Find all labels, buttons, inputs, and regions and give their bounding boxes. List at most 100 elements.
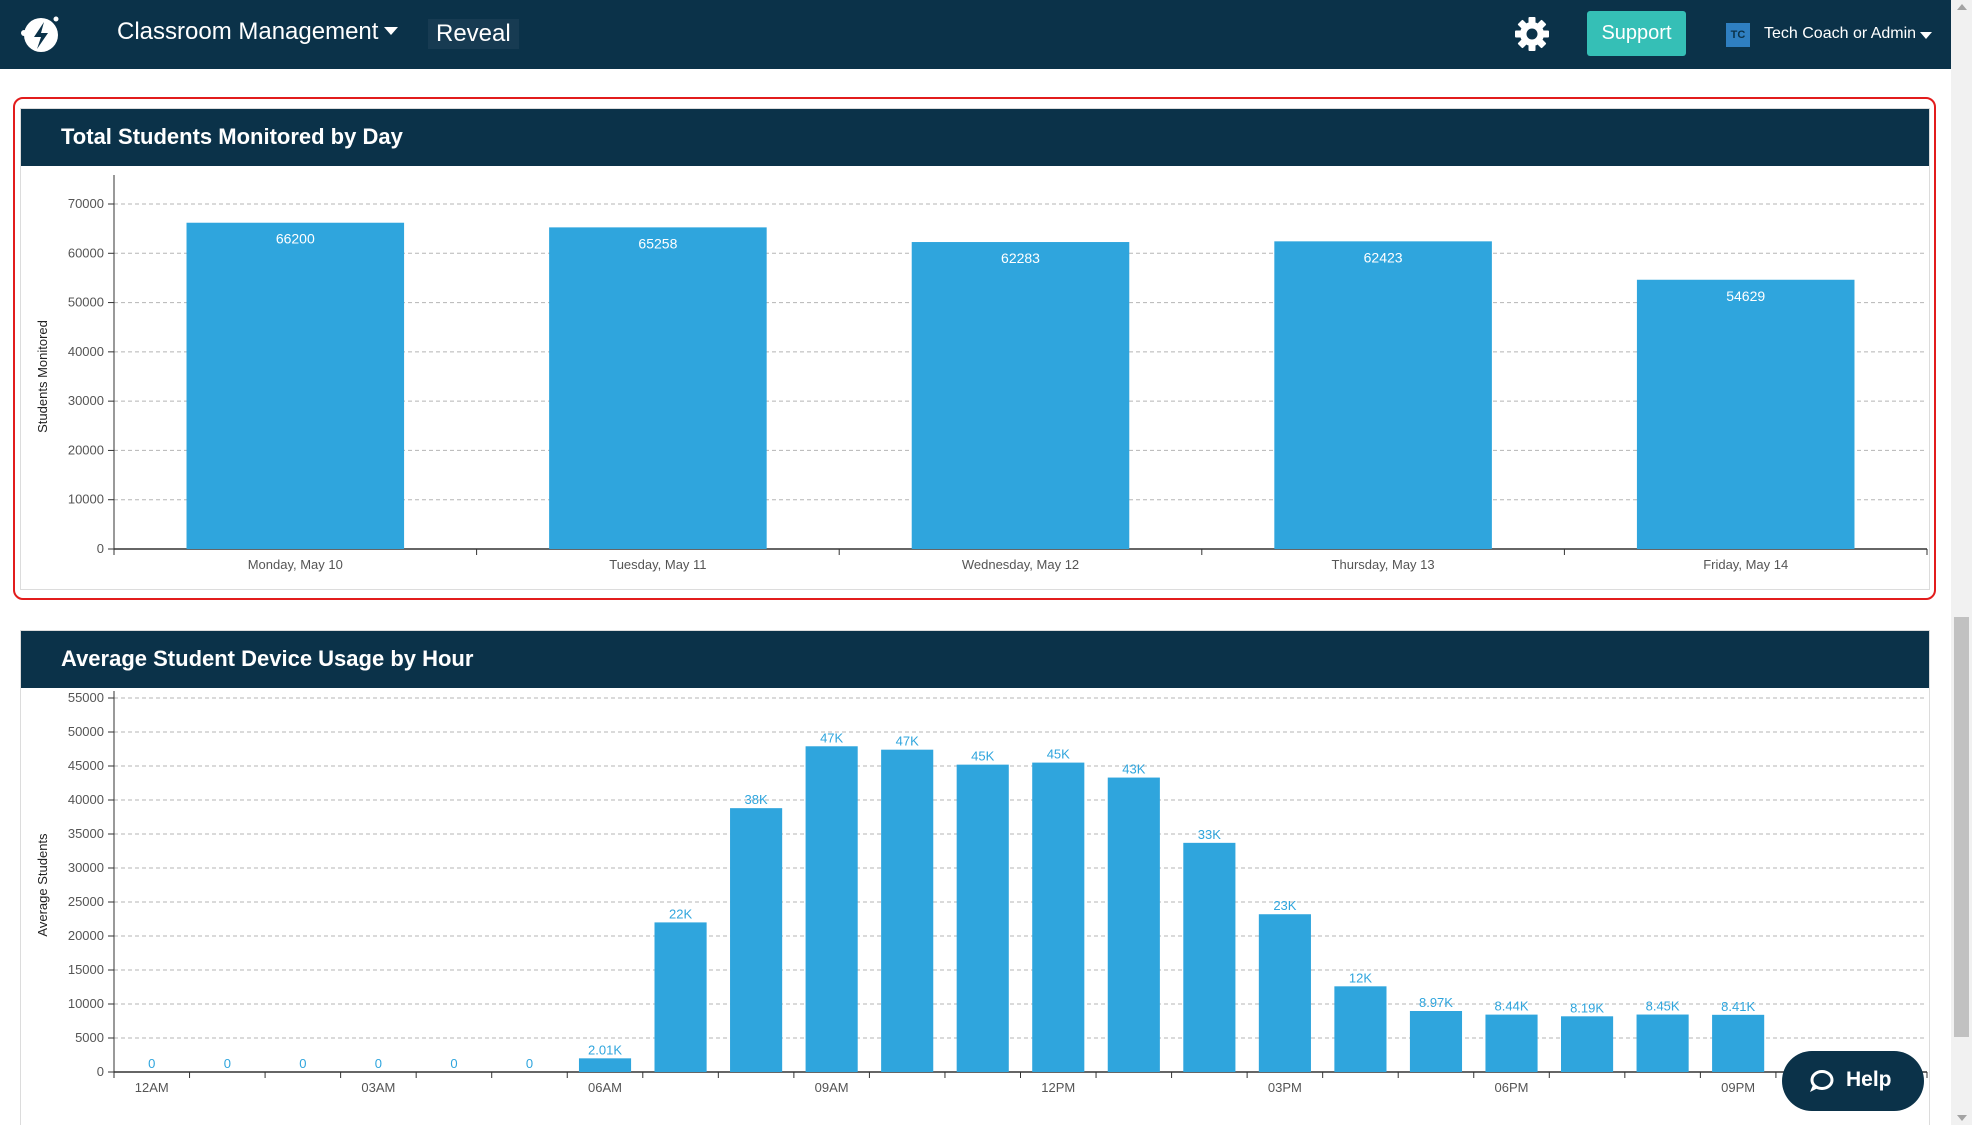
scroll-up-arrow-icon[interactable] bbox=[1957, 4, 1967, 10]
y-tick-label: 0 bbox=[97, 1064, 104, 1079]
x-tick-label: 09PM bbox=[1721, 1080, 1755, 1095]
data-label: 0 bbox=[450, 1056, 457, 1071]
hourly-bar-chart: 0 5000 10000 15000 20000 25000 30000 35000 40000… bbox=[35, 690, 1928, 1095]
bar bbox=[1561, 1016, 1614, 1072]
y-tick-label: 35000 bbox=[68, 826, 104, 841]
help-label: Help bbox=[1846, 1068, 1892, 1091]
support-button[interactable]: Support bbox=[1587, 11, 1686, 56]
reveal-link[interactable]: Reveal bbox=[428, 19, 519, 49]
y-tick-label: 45000 bbox=[68, 758, 104, 773]
bar bbox=[1636, 1014, 1689, 1072]
avatar: TC bbox=[1726, 23, 1750, 47]
bar bbox=[578, 1058, 632, 1072]
scrollbar-thumb[interactable] bbox=[1954, 617, 1969, 1037]
y-axis-label: Average Students bbox=[35, 833, 50, 937]
data-label: 47K bbox=[820, 730, 843, 745]
card-header: Total Students Monitored by Day bbox=[21, 109, 1929, 166]
bar bbox=[1274, 241, 1492, 549]
bar bbox=[1032, 762, 1085, 1072]
data-label: 2.01K bbox=[588, 1042, 622, 1057]
x-tick-label: 06AM bbox=[588, 1080, 622, 1095]
data-label: 0 bbox=[148, 1056, 155, 1071]
y-tick-label: 25000 bbox=[68, 894, 104, 909]
x-tick-label: Thursday, May 13 bbox=[1332, 557, 1435, 572]
chevron-down-icon bbox=[384, 27, 399, 35]
daily-chart-card: Total Students Monitored by Day 0 10000 20… bbox=[20, 108, 1930, 590]
data-label: 33K bbox=[1198, 827, 1221, 842]
data-label: 8.41K bbox=[1721, 999, 1755, 1014]
page-scrollbar[interactable] bbox=[1951, 0, 1972, 1125]
gear-icon[interactable] bbox=[1513, 15, 1551, 53]
bar bbox=[654, 922, 707, 1072]
logo-icon[interactable] bbox=[16, 12, 64, 58]
scroll-down-arrow-icon[interactable] bbox=[1957, 1115, 1967, 1121]
bar bbox=[1183, 842, 1236, 1072]
bar bbox=[956, 764, 1009, 1072]
data-label: 8.45K bbox=[1646, 999, 1680, 1014]
y-tick-label: 40000 bbox=[68, 344, 104, 359]
data-label: 43K bbox=[1122, 762, 1145, 777]
x-tick-label: 06PM bbox=[1495, 1080, 1529, 1095]
data-label: 0 bbox=[299, 1056, 306, 1071]
data-label: 38K bbox=[745, 792, 768, 807]
y-tick-label: 40000 bbox=[68, 792, 104, 807]
data-label: 8.97K bbox=[1419, 995, 1453, 1010]
data-label: 47K bbox=[896, 734, 919, 749]
top-nav-bar: Classroom Management Reveal Support TC T… bbox=[0, 0, 1951, 69]
bar bbox=[186, 222, 405, 549]
y-tick-label: 5000 bbox=[75, 1030, 104, 1045]
data-label: 0 bbox=[526, 1056, 533, 1071]
y-tick-label: 20000 bbox=[68, 442, 104, 457]
y-tick-label: 50000 bbox=[68, 295, 104, 310]
y-tick-label: 0 bbox=[97, 541, 104, 556]
help-button[interactable]: Help bbox=[1782, 1051, 1924, 1111]
card-header: Average Student Device Usage by Hour bbox=[21, 631, 1929, 688]
hourly-chart-card: Average Student Device Usage by Hour 0 50… bbox=[20, 630, 1930, 1125]
chat-bubble-icon bbox=[1810, 1070, 1834, 1092]
data-label: 8.19K bbox=[1570, 1000, 1604, 1015]
user-name: Tech Coach or Admin bbox=[1764, 25, 1917, 42]
x-tick-label: 09AM bbox=[815, 1080, 849, 1095]
x-tick-label: 12PM bbox=[1041, 1080, 1075, 1095]
x-tick-label: 03AM bbox=[361, 1080, 395, 1095]
y-tick-label: 30000 bbox=[68, 393, 104, 408]
y-tick-label: 10000 bbox=[68, 492, 104, 507]
y-tick-label: 50000 bbox=[68, 724, 104, 739]
data-label: 66200 bbox=[276, 231, 315, 247]
bar bbox=[730, 808, 783, 1072]
y-tick-label: 10000 bbox=[68, 996, 104, 1011]
x-tick-label: Friday, May 14 bbox=[1703, 557, 1788, 572]
data-label: 12K bbox=[1349, 970, 1372, 985]
y-tick-label: 15000 bbox=[68, 962, 104, 977]
daily-bar-chart: 0 10000 20000 30000 40000 50000 60000 70000 Stud… bbox=[35, 175, 1928, 572]
data-label: 62283 bbox=[1001, 250, 1040, 266]
y-tick-label: 70000 bbox=[68, 196, 104, 211]
data-label: 62423 bbox=[1364, 249, 1403, 265]
data-label: 0 bbox=[224, 1056, 231, 1071]
x-tick-label: Monday, May 10 bbox=[248, 557, 343, 572]
bar bbox=[881, 749, 934, 1072]
bar bbox=[805, 746, 858, 1072]
bar bbox=[1107, 777, 1160, 1072]
app-menu-dropdown[interactable]: Classroom Management bbox=[117, 18, 399, 46]
x-tick-label: 12AM bbox=[135, 1080, 169, 1095]
y-tick-label: 55000 bbox=[68, 690, 104, 705]
data-label: 45K bbox=[1047, 747, 1070, 762]
data-label: 8.44K bbox=[1495, 999, 1529, 1014]
y-tick-label: 20000 bbox=[68, 928, 104, 943]
bar bbox=[911, 242, 1130, 549]
data-label: 65258 bbox=[638, 235, 677, 251]
card-title: Average Student Device Usage by Hour bbox=[61, 646, 474, 671]
data-label: 45K bbox=[971, 749, 994, 764]
data-label: 0 bbox=[375, 1056, 382, 1071]
x-tick-label: 03PM bbox=[1268, 1080, 1302, 1095]
card-title: Total Students Monitored by Day bbox=[61, 124, 403, 149]
x-tick-label: Wednesday, May 12 bbox=[962, 557, 1079, 572]
y-tick-label: 30000 bbox=[68, 860, 104, 875]
bar bbox=[549, 227, 767, 549]
bar bbox=[1485, 1014, 1538, 1072]
bar bbox=[1258, 914, 1311, 1072]
app-menu-label: Classroom Management bbox=[117, 18, 379, 45]
bar bbox=[1409, 1011, 1463, 1072]
y-tick-label: 60000 bbox=[68, 245, 104, 260]
